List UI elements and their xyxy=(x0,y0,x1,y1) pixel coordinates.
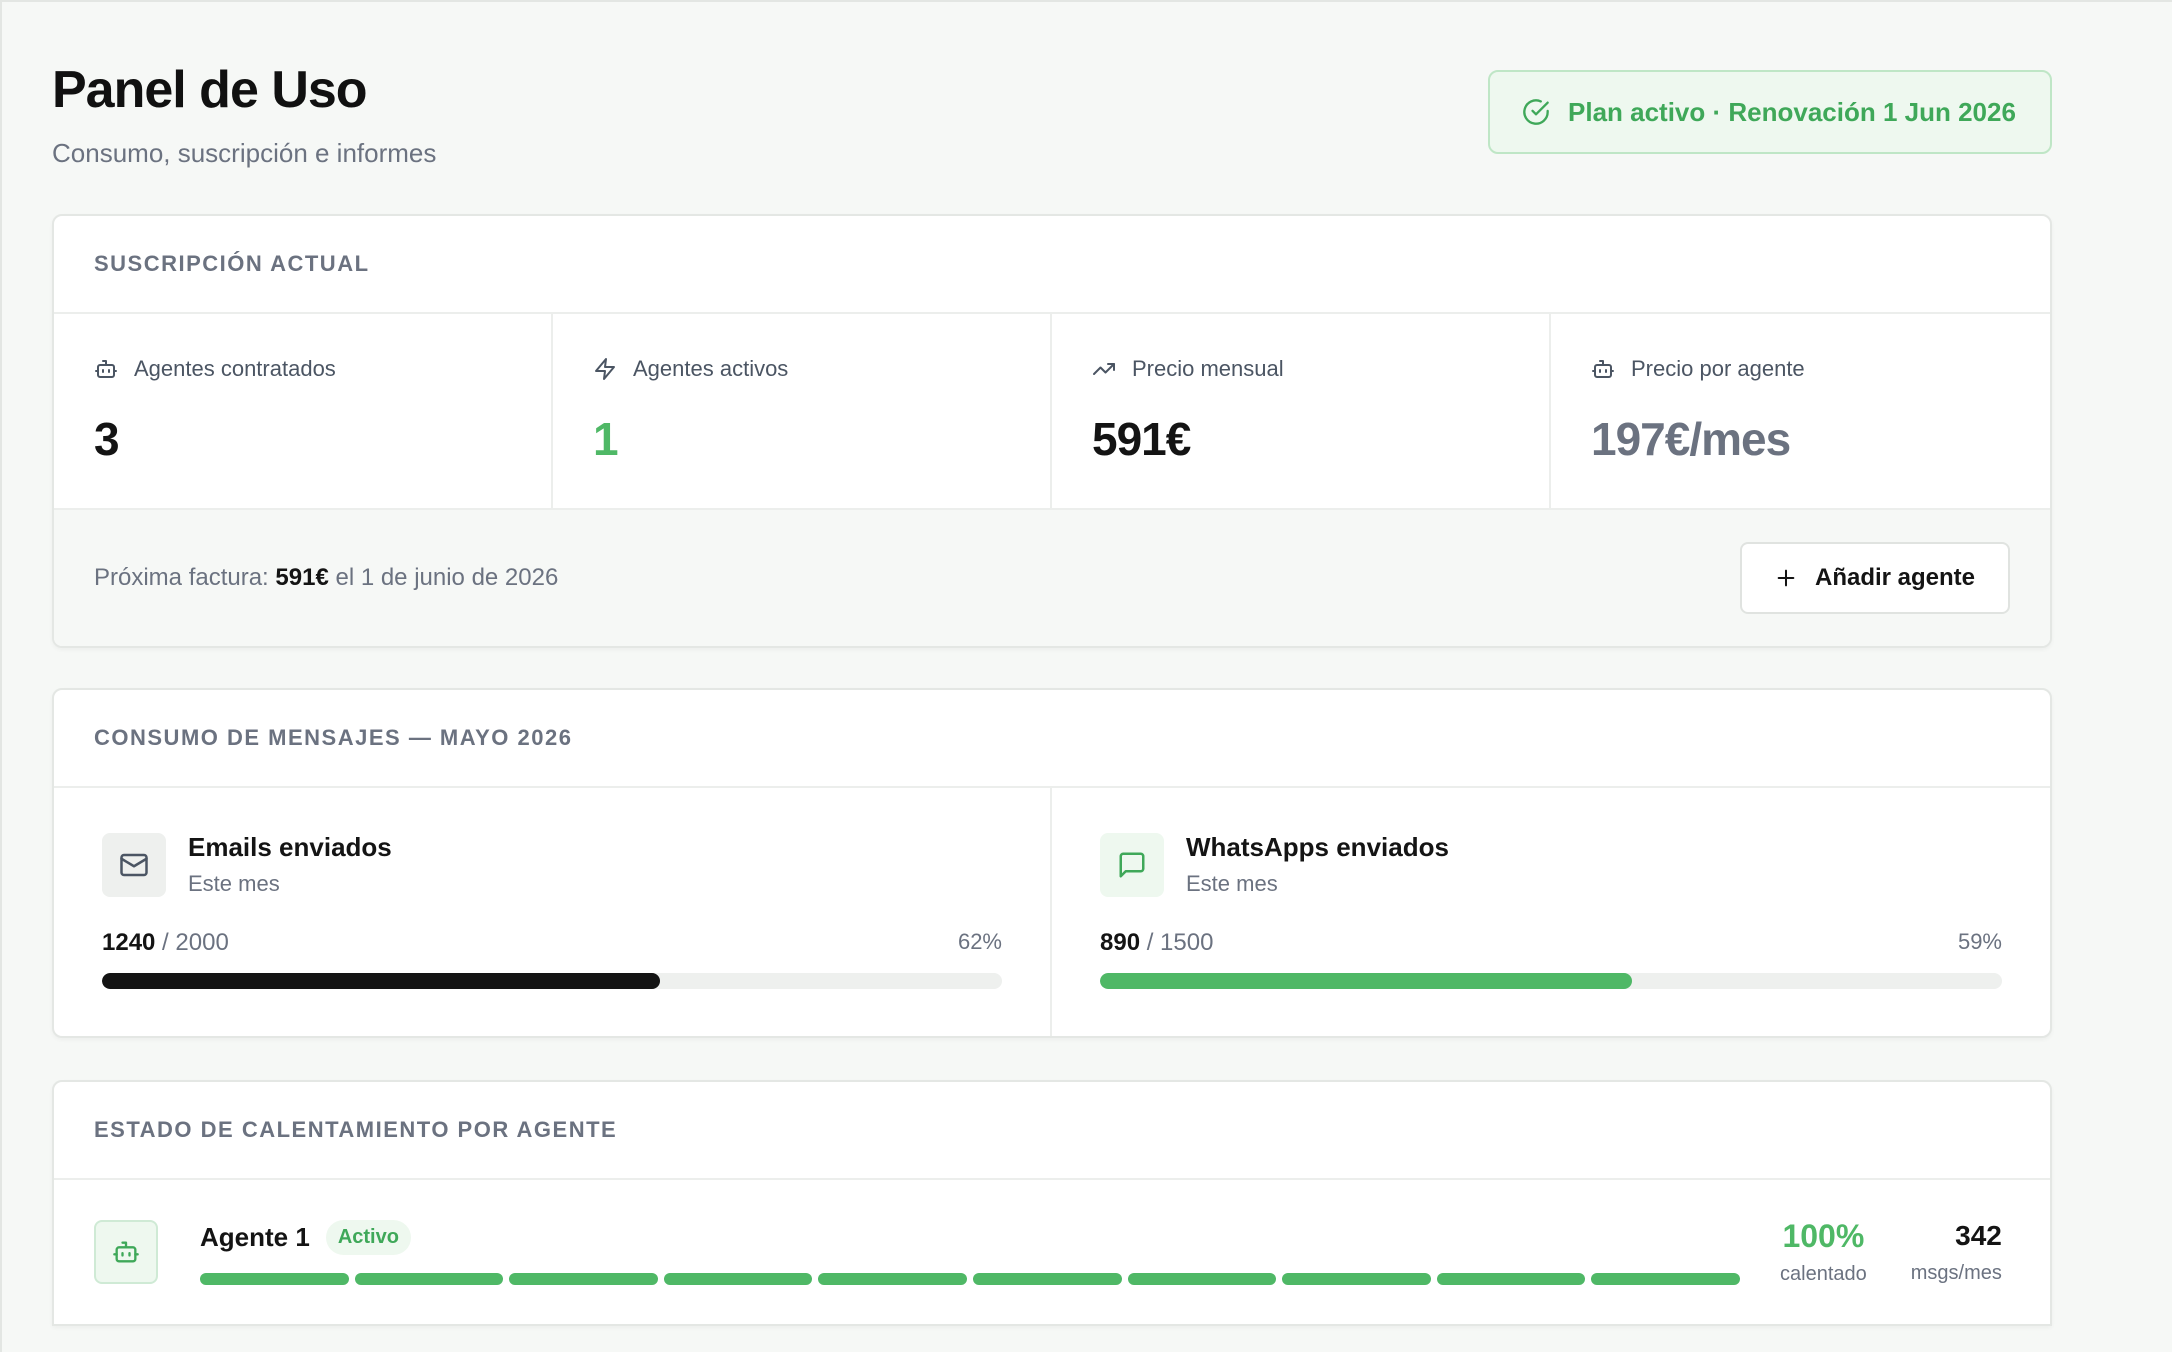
stat-value: 3 xyxy=(94,413,120,465)
stat-value: 1 xyxy=(593,413,619,465)
bot-icon xyxy=(94,1220,158,1284)
billing-footer: Próxima factura: 591€ el 1 de junio de 2… xyxy=(54,510,2050,646)
usage-progress-fill xyxy=(102,973,660,989)
stat-monthly-price: Precio mensual 591€ xyxy=(1052,314,1551,508)
stat-label: Precio mensual xyxy=(1132,356,1284,381)
stat-price-per-agent: Precio por agente 197€/mes xyxy=(1551,314,2050,508)
usage-count: 890 / 1500 xyxy=(1100,929,1213,957)
stat-active-agents: Agentes activos 1 xyxy=(553,314,1052,508)
warmup-segment xyxy=(200,1272,349,1285)
usage-used: 890 xyxy=(1100,929,1141,956)
warmup-percent-label: calentado xyxy=(1780,1263,1867,1285)
usage-title: Emails enviados xyxy=(188,832,392,862)
next-invoice-date: el 1 de junio de 2026 xyxy=(328,564,559,591)
check-circle-icon xyxy=(1523,99,1549,125)
warmup-segment xyxy=(663,1272,813,1285)
stat-label: Precio por agente xyxy=(1631,356,1805,381)
stat-label: Agentes activos xyxy=(633,356,789,381)
add-agent-button[interactable]: Añadir agente xyxy=(1740,542,2010,614)
warmup-progress-segments xyxy=(200,1272,1740,1285)
subscription-heading: Suscripción actual xyxy=(54,216,2050,314)
next-invoice-text: Próxima factura: 591€ el 1 de junio de 2… xyxy=(94,564,558,592)
warmup-segment xyxy=(509,1272,658,1285)
warmup-card: Estado de calentamiento por agente Agent… xyxy=(52,1080,2052,1326)
subscription-stats: Agentes contratados 3 Agentes activos 1 … xyxy=(54,314,2050,510)
agent-status-badge: Activo xyxy=(325,1219,411,1255)
agent-messages-label: msgs/mes xyxy=(1910,1261,2002,1284)
warmup-segment xyxy=(972,1272,1122,1285)
stat-value: 591€ xyxy=(1092,413,1191,465)
warmup-segment xyxy=(1282,1272,1431,1285)
warmup-heading: Estado de calentamiento por agente xyxy=(54,1082,2050,1180)
page-header: Panel de Uso Consumo, suscripción e info… xyxy=(52,2,2052,214)
stat-value: 197€/mes xyxy=(1591,413,1791,465)
plan-status-text: Plan activo · Renovación 1 Jun 2026 xyxy=(1568,96,2016,127)
warmup-percent-block: 100% calentado xyxy=(1780,1218,1867,1286)
usage-used: 1240 xyxy=(102,929,156,956)
email-usage: Emails enviados Este mes 1240 / 2000 62% xyxy=(54,788,1052,1036)
usage-limit: / 2000 xyxy=(155,929,229,956)
consumption-heading: Consumo de mensajes — Mayo 2026 xyxy=(54,690,2050,788)
warmup-segment xyxy=(1127,1272,1277,1285)
usage-limit: / 1500 xyxy=(1140,929,1214,956)
page-title: Panel de Uso xyxy=(52,61,368,119)
usage-progress-fill xyxy=(1100,973,1633,989)
usage-subtitle: Este mes xyxy=(188,871,280,896)
add-agent-label: Añadir agente xyxy=(1814,564,1976,591)
bot-icon xyxy=(1592,360,1614,378)
warmup-segment xyxy=(1591,1272,1740,1285)
next-invoice-amount: 591€ xyxy=(275,564,329,591)
whatsapp-usage: WhatsApps enviados Este mes 890 / 1500 5… xyxy=(1052,788,2050,1036)
mail-icon xyxy=(102,832,166,897)
chat-icon xyxy=(1100,832,1164,897)
consumption-card: Consumo de mensajes — Mayo 2026 Emails e… xyxy=(52,688,2052,1038)
stat-contracted-agents: Agentes contratados 3 xyxy=(54,314,553,508)
bolt-icon xyxy=(595,358,615,380)
usage-percent: 62% xyxy=(957,929,1002,954)
usage-count: 1240 / 2000 xyxy=(102,929,229,957)
warmup-segment xyxy=(354,1272,504,1285)
warmup-percent: 100% xyxy=(1782,1218,1865,1254)
usage-progress-track xyxy=(1100,973,2002,989)
plan-status-badge: Plan activo · Renovación 1 Jun 2026 xyxy=(1488,70,2052,154)
usage-title: WhatsApps enviados xyxy=(1186,832,1449,862)
usage-subtitle: Este mes xyxy=(1186,871,1278,896)
next-invoice-prefix: Próxima factura: xyxy=(94,564,276,591)
warmup-segment xyxy=(818,1272,967,1285)
agent-messages-count: 342 xyxy=(1955,1219,2002,1251)
usage-progress-track xyxy=(102,973,1002,989)
plus-icon xyxy=(1777,569,1795,587)
subscription-card: Suscripción actual Agentes contratados 3… xyxy=(52,214,2052,648)
bot-icon xyxy=(95,360,117,378)
trending-up-icon xyxy=(1093,363,1115,375)
agent-name: Agente 1 xyxy=(200,1221,310,1252)
agent-row: Agente 1 Activo 100% calentado 342 msgs/… xyxy=(54,1180,2050,1324)
warmup-segment xyxy=(1436,1272,1586,1285)
agent-messages-block: 342 msgs/mes xyxy=(1911,1220,2002,1285)
page-subtitle: Consumo, suscripción e informes xyxy=(52,138,437,168)
usage-percent: 59% xyxy=(1957,929,2002,954)
stat-label: Agentes contratados xyxy=(134,356,336,381)
